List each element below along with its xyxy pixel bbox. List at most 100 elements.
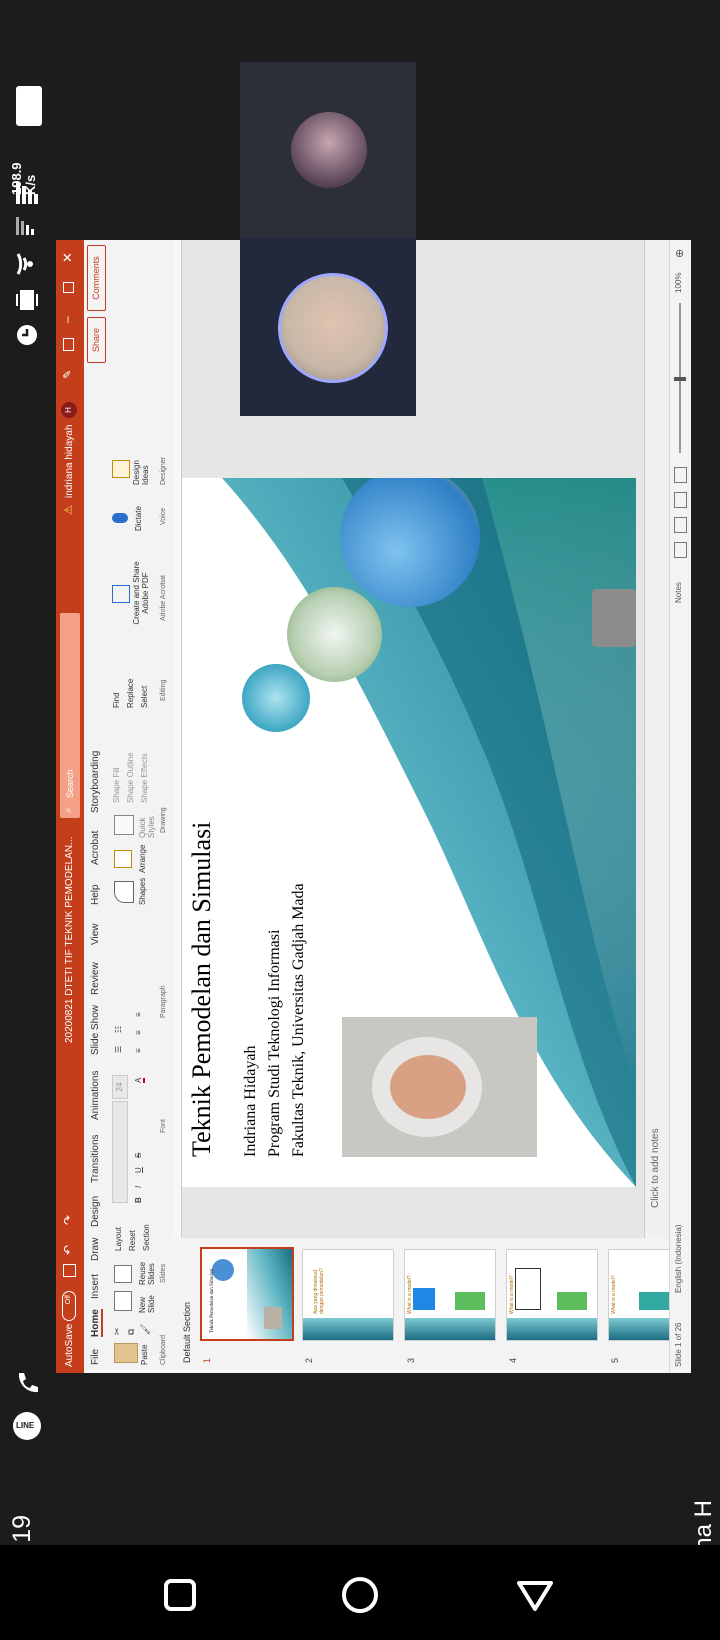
align-left-icon[interactable]: ≡	[134, 1048, 143, 1053]
replace-button[interactable]: Replace	[126, 679, 135, 708]
tab-slide-show[interactable]: Slide Show	[90, 1005, 101, 1055]
tab-view[interactable]: View	[90, 924, 101, 946]
tab-draw[interactable]: Draw	[90, 1238, 101, 1261]
microphone-icon[interactable]	[112, 513, 128, 523]
slide-author[interactable]: Indriana Hidayah	[242, 1045, 260, 1157]
numbering-icon[interactable]: ☷	[114, 1026, 123, 1033]
tab-home[interactable]: Home	[90, 1309, 103, 1337]
tab-insert[interactable]: Insert	[90, 1274, 101, 1299]
format-painter-icon[interactable]: 🖌	[140, 1324, 151, 1335]
section-header[interactable]: Default Section	[182, 1302, 192, 1363]
minimize-icon[interactable]: –	[60, 316, 74, 323]
notes-button[interactable]: Notes	[674, 582, 683, 603]
slide-thumbnail-2[interactable]: Apa yang dimaksud dengan pemodelan?	[302, 1249, 394, 1341]
strikethrough-icon[interactable]: S	[134, 1153, 143, 1158]
slide-program[interactable]: Program Studi Teknologi Informasi	[266, 930, 284, 1157]
avatar[interactable]: H	[61, 402, 77, 418]
reset-button[interactable]: Reset	[128, 1230, 137, 1251]
slide-canvas[interactable]: Teknik Pemodelan dan Simulasi Indriana H…	[182, 478, 636, 1187]
bold-icon[interactable]: B	[134, 1197, 143, 1203]
paste-icon[interactable]	[114, 1343, 138, 1363]
shape-outline-button[interactable]: Shape Outline	[126, 752, 135, 803]
quick-styles-button[interactable]: Quick Styles	[138, 810, 156, 838]
align-center-icon[interactable]: ≡	[134, 1030, 143, 1035]
font-size-box[interactable]: 24	[112, 1075, 128, 1099]
back-button[interactable]	[505, 1565, 565, 1625]
zoom-level[interactable]: 100%	[674, 273, 683, 293]
slide-faculty[interactable]: Fakultas Teknik, Universitas Gadjah Mada	[290, 883, 308, 1157]
design-ideas-icon[interactable]	[112, 460, 130, 478]
font-color-icon[interactable]: A	[134, 1077, 145, 1083]
close-icon[interactable]: ✕	[60, 252, 76, 263]
camera-off-icon[interactable]	[592, 589, 636, 647]
home-button[interactable]	[330, 1565, 390, 1625]
tab-help[interactable]: Help	[90, 884, 101, 905]
reading-view-icon[interactable]	[674, 492, 687, 508]
tab-design[interactable]: Design	[90, 1196, 101, 1227]
slide-thumbnail-4[interactable]: What is a model?	[506, 1249, 598, 1341]
tab-storyboarding[interactable]: Storyboarding	[90, 751, 101, 813]
phone-call-icon	[15, 1370, 41, 1396]
share-button[interactable]: Share	[87, 317, 106, 363]
dictate-button[interactable]: Dictate	[134, 506, 143, 531]
adobe-pdf-icon[interactable]	[112, 585, 130, 603]
arrange-icon[interactable]	[114, 850, 132, 868]
fit-to-window-icon[interactable]: ⊕	[673, 249, 686, 258]
create-pdf-button[interactable]: Create and Share Adobe PDF	[132, 553, 150, 633]
thumb-title: Teknik Pemodelan dan Simulasi	[210, 1268, 215, 1333]
participant-video-tile-top[interactable]	[240, 62, 416, 238]
slide-sorter-icon[interactable]	[674, 517, 687, 533]
slide-thumbnail-3[interactable]: What is a model?	[404, 1249, 496, 1341]
slide-title[interactable]: Teknik Pemodelan dan Simulasi	[187, 822, 217, 1157]
ribbon: Paste ✂ ⧉ 🖌 Clipboard New Slide Reuse Sl…	[108, 240, 175, 1373]
slide-thumbnail-1[interactable]: Teknik Pemodelan dan Simulasi	[200, 1247, 294, 1341]
tab-acrobat[interactable]: Acrobat	[90, 831, 101, 865]
new-slide-icon[interactable]	[114, 1291, 132, 1311]
normal-view-icon[interactable]	[674, 542, 687, 558]
select-button[interactable]: Select	[140, 686, 149, 708]
tab-animations[interactable]: Animations	[90, 1071, 101, 1120]
user-name[interactable]: indriana hidayah	[64, 425, 75, 498]
save-icon[interactable]	[63, 1264, 76, 1277]
design-ideas-button[interactable]: Design Ideas	[132, 453, 150, 485]
search-box[interactable]: ⌕ Search	[60, 613, 80, 818]
recents-button[interactable]	[150, 1565, 210, 1625]
redo-icon[interactable]: ↷	[61, 1215, 75, 1225]
bullets-icon[interactable]: ☰	[114, 1046, 123, 1053]
find-button[interactable]: Find	[112, 692, 121, 708]
notes-area[interactable]: Click to add notes	[644, 240, 670, 1238]
copy-icon[interactable]: ⧉	[126, 1329, 137, 1335]
italic-icon[interactable]: I	[134, 1186, 143, 1188]
vibrate-icon	[16, 288, 38, 312]
underline-icon[interactable]: U	[134, 1167, 143, 1173]
align-right-icon[interactable]: ≡	[134, 1012, 143, 1017]
tab-transitions[interactable]: Transitions	[90, 1134, 101, 1183]
slideshow-icon[interactable]	[674, 467, 687, 483]
cut-icon[interactable]: ✂	[112, 1327, 123, 1335]
new-slide-button[interactable]: New Slide	[138, 1285, 156, 1313]
reuse-slides-icon[interactable]	[114, 1265, 132, 1283]
maximize-icon[interactable]	[63, 282, 74, 293]
pen-icon[interactable]: ✎	[61, 370, 74, 379]
quick-styles-icon[interactable]	[114, 815, 134, 835]
font-name-box[interactable]	[112, 1101, 128, 1203]
shapes-icon[interactable]	[114, 881, 134, 903]
reuse-slides-button[interactable]: Reuse Slides	[138, 1257, 156, 1285]
language-indicator[interactable]: English (Indonesia)	[674, 1225, 683, 1293]
comments-button[interactable]: Comments	[87, 245, 106, 311]
autosave-toggle[interactable]: Off	[62, 1291, 76, 1321]
shape-effects-button[interactable]: Shape Effects	[140, 753, 149, 803]
layout-button[interactable]: Layout	[114, 1227, 123, 1251]
tab-file[interactable]: File	[90, 1349, 101, 1365]
shape-fill-button[interactable]: Shape Fill	[112, 767, 121, 803]
section-button[interactable]: Section	[142, 1224, 151, 1251]
slide-thumbnail-5[interactable]: What is a model?	[608, 1249, 670, 1341]
arrange-button[interactable]: Arrange	[138, 845, 147, 873]
undo-icon[interactable]: ↶	[61, 1245, 75, 1255]
participant-video-tile-active[interactable]	[240, 238, 416, 416]
ribbon-display-icon[interactable]	[63, 338, 74, 351]
shapes-button[interactable]: Shapes	[138, 878, 147, 905]
zoom-slider-thumb[interactable]	[674, 377, 686, 381]
paste-button[interactable]: Paste	[140, 1345, 149, 1365]
tab-review[interactable]: Review	[90, 962, 101, 995]
